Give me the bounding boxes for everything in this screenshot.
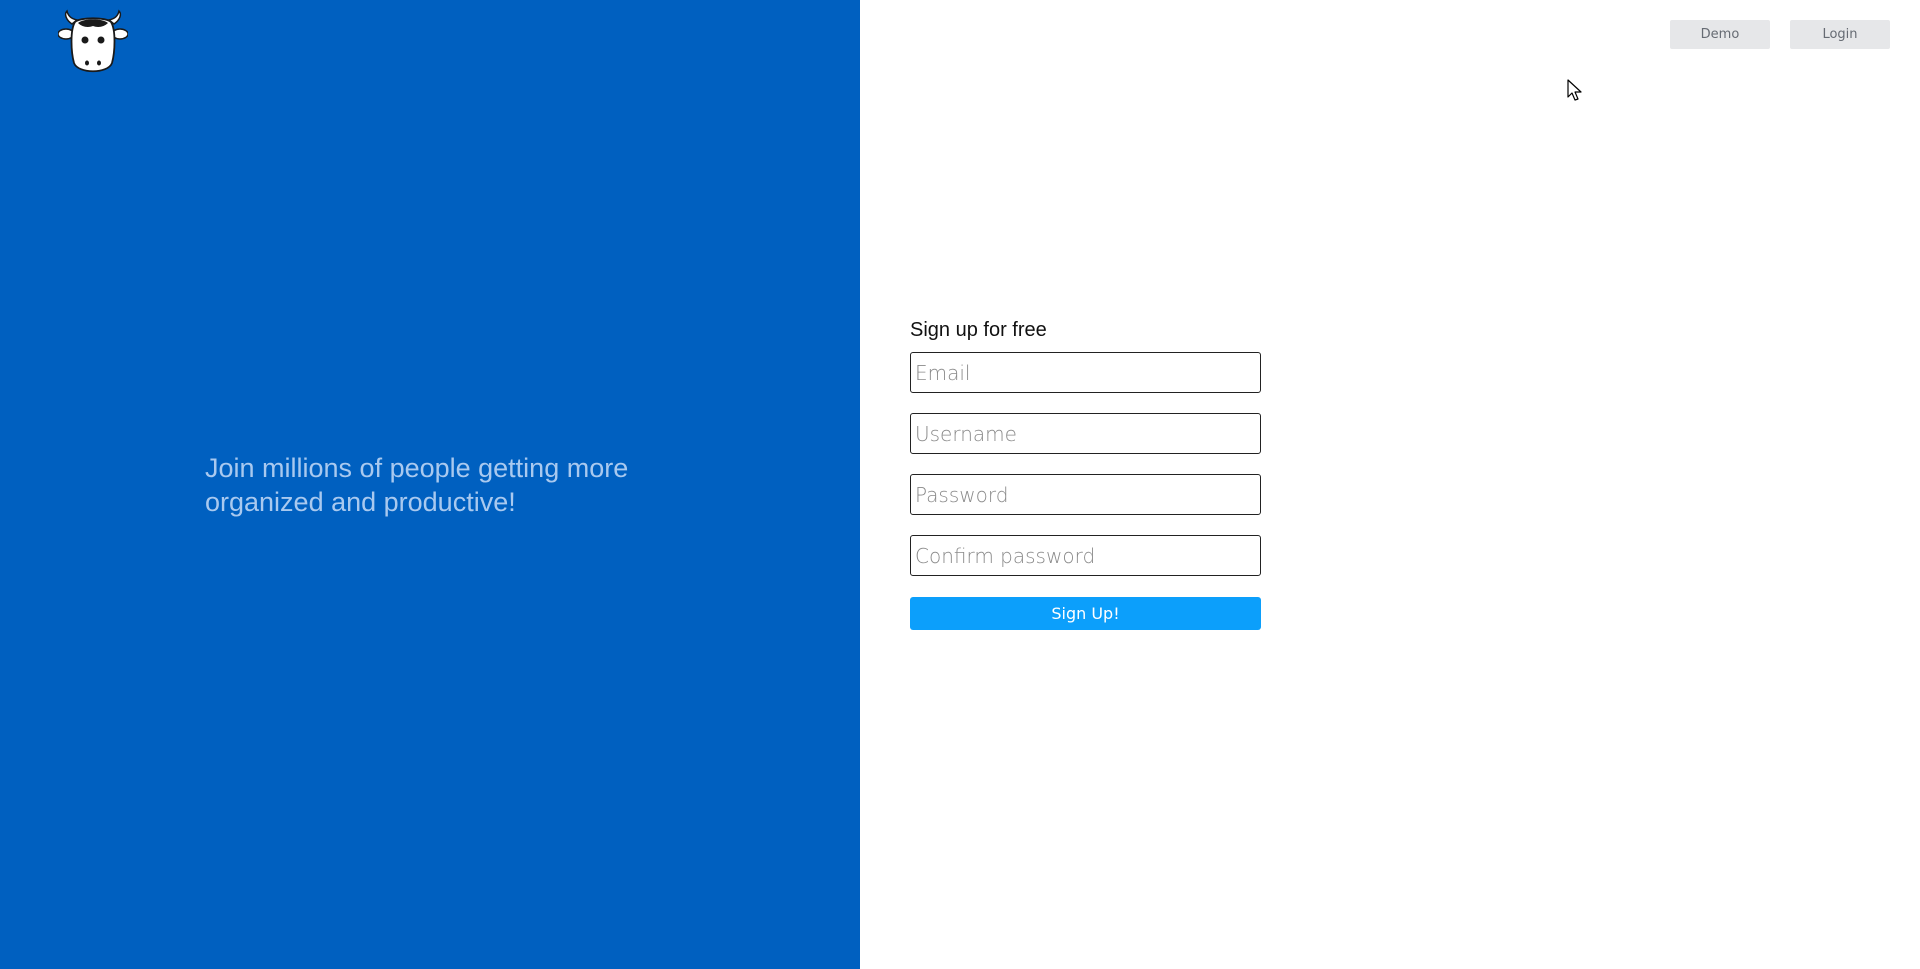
username-field[interactable] xyxy=(910,413,1261,454)
confirm-password-field[interactable] xyxy=(910,535,1261,576)
mouse-cursor-icon xyxy=(1567,79,1583,101)
hero-panel: Join millions of people getting more org… xyxy=(0,0,860,969)
login-button[interactable]: Login xyxy=(1790,20,1890,49)
password-field[interactable] xyxy=(910,474,1261,515)
demo-button[interactable]: Demo xyxy=(1670,20,1770,49)
email-field[interactable] xyxy=(910,352,1261,393)
sign-up-button[interactable]: Sign Up! xyxy=(910,597,1261,630)
hero-tagline: Join millions of people getting more org… xyxy=(205,453,629,517)
signup-title: Sign up for free xyxy=(910,319,1047,341)
signup-form: Sign up for free Sign Up! xyxy=(910,318,1261,630)
cow-logo-icon[interactable] xyxy=(57,8,129,78)
signup-panel: Demo Login Sign up for free Sign Up! xyxy=(860,0,1920,969)
signup-page: Join millions of people getting more org… xyxy=(0,0,1920,969)
